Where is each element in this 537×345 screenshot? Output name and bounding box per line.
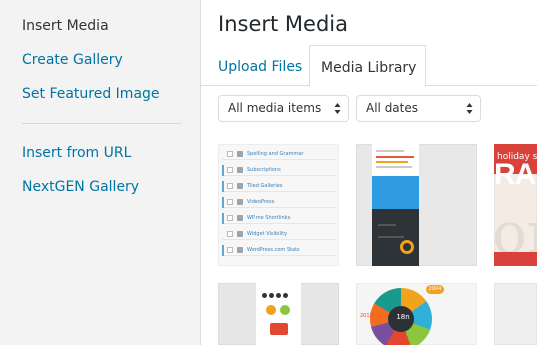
feature-row: Subscriptions	[222, 165, 335, 176]
active-bar	[222, 165, 224, 176]
menu-separator	[22, 123, 181, 124]
feature-label: Subscriptions	[247, 167, 281, 173]
menu-item-insert-media[interactable]: Insert Media	[22, 17, 109, 35]
active-bar	[222, 181, 224, 192]
menu-item-nextgen-gallery[interactable]: NextGEN Gallery	[22, 178, 139, 196]
donut-number: 18n	[396, 313, 410, 321]
date-filter[interactable]: All dates	[356, 95, 481, 122]
infographic-line	[378, 224, 396, 226]
wordpress-icon	[237, 247, 243, 253]
select-arrows-icon	[466, 103, 473, 114]
feature-icon	[237, 183, 243, 189]
infographic-dot	[262, 293, 267, 298]
infographic-dot	[283, 293, 288, 298]
frame-title: Insert Media	[218, 12, 348, 36]
checkbox-icon	[227, 247, 233, 253]
year-badge: 2004	[426, 285, 444, 294]
attachment-thumbnail[interactable]: 2004 18n 2013	[356, 283, 477, 345]
checkbox-icon	[227, 151, 233, 157]
media-frame-menu: Insert Media Create Gallery Set Featured…	[0, 0, 201, 345]
feature-icon	[237, 215, 243, 221]
feature-row: WordPress.com Stats	[222, 245, 335, 256]
infographic-dot	[269, 293, 274, 298]
attachment-thumbnail[interactable]	[218, 283, 339, 345]
menu-item-insert-from-url[interactable]: Insert from URL	[22, 144, 131, 162]
infographic-dot	[280, 305, 290, 315]
infographic-line	[376, 166, 412, 168]
infographic-ring	[400, 240, 414, 254]
feature-label: WP.me Shortlinks	[247, 215, 291, 221]
banner-strip	[494, 252, 537, 266]
menu-item-create-gallery[interactable]: Create Gallery	[22, 51, 123, 69]
infographic-line	[376, 150, 404, 152]
menu-item-set-featured-image[interactable]: Set Featured Image	[22, 85, 160, 103]
feature-label: Widget Visibility	[247, 231, 288, 237]
checkbox-icon	[227, 231, 233, 237]
feature-row: Tiled Galleries	[222, 181, 335, 192]
feature-label: WordPress.com Stats	[247, 247, 300, 253]
infographic-line	[378, 236, 404, 238]
select-arrows-icon	[334, 103, 341, 114]
feature-row: Widget Visibility	[222, 229, 335, 240]
infographic-block	[270, 323, 288, 335]
infographic-dot	[276, 293, 281, 298]
feature-label: VideoPress	[247, 199, 275, 205]
checkbox-icon	[227, 199, 233, 205]
feature-row: WP.me Shortlinks	[222, 213, 335, 224]
media-type-filter-value: All media items	[228, 101, 322, 115]
active-bar	[222, 213, 224, 224]
feature-row: VideoPress	[222, 197, 335, 208]
attachment-thumbnail[interactable]: Spelling and Grammar Subscriptions Tiled…	[218, 144, 339, 266]
feature-label: Tiled Galleries	[247, 183, 283, 189]
feature-row: Spelling and Grammar	[222, 149, 335, 160]
infographic-line	[376, 161, 408, 163]
play-icon	[237, 199, 243, 205]
date-filter-value: All dates	[366, 101, 419, 115]
banner-big-text: RAU	[494, 158, 537, 191]
tab-media-library[interactable]: Media Library	[309, 45, 426, 87]
checkbox-icon	[227, 167, 233, 173]
feature-icon	[237, 151, 243, 157]
infographic-line	[376, 156, 414, 158]
feature-icon	[237, 167, 243, 173]
attachment-thumbnail[interactable]	[356, 144, 477, 266]
media-type-filter[interactable]: All media items	[218, 95, 349, 122]
attachment-thumbnail[interactable]: holiday seaso RAU or	[494, 144, 537, 266]
tab-upload-files[interactable]: Upload Files	[218, 45, 302, 86]
checkbox-icon	[227, 215, 233, 221]
checkbox-icon	[227, 183, 233, 189]
infographic-blue-section	[372, 176, 419, 209]
feature-label: Spelling and Grammar	[247, 151, 304, 157]
attachment-thumbnail[interactable]	[494, 283, 537, 345]
feature-icon	[237, 231, 243, 237]
active-bar	[222, 197, 224, 208]
media-router: Upload Files Media Library	[201, 45, 537, 87]
year-label: 2013	[360, 313, 373, 319]
active-bar	[222, 245, 224, 256]
infographic-dot	[266, 305, 276, 315]
